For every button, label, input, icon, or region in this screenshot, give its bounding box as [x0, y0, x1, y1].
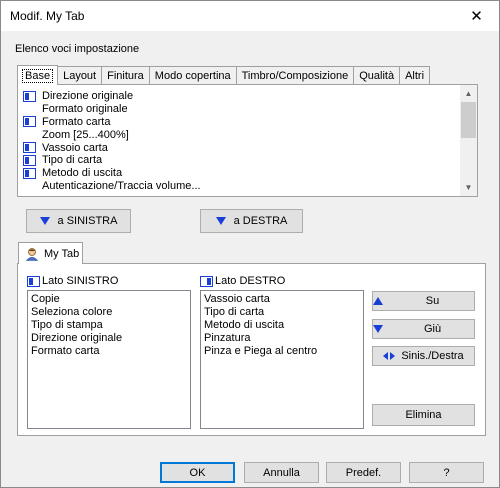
settings-tabbar: Base Layout Finitura Modo copertina Timb… [17, 65, 431, 85]
left-list-item[interactable]: Copie [31, 293, 187, 306]
settings-list-item-label: Tipo di carta [42, 154, 103, 167]
settings-list-item[interactable]: Autenticazione/Traccia volume... [18, 180, 477, 193]
tab-base[interactable]: Base [17, 65, 59, 85]
settings-list-item-label: Vassoio carta [42, 141, 108, 154]
right-side-label-text: Lato DESTRO [215, 275, 286, 287]
title-bar: Modif. My Tab ✕ [1, 1, 499, 31]
move-down-button[interactable]: Giù [372, 319, 475, 339]
settings-item-icon [23, 142, 36, 154]
ok-label: OK [189, 466, 206, 479]
settings-list-item-label: Direzione originale [42, 90, 134, 103]
settings-list-label-text: Elenco voci impostazione [15, 43, 140, 55]
delete-button[interactable]: Elimina [372, 404, 475, 426]
scroll-down-arrow-icon[interactable]: ▼ [460, 179, 477, 196]
settings-item-icon [23, 167, 36, 179]
settings-list-item[interactable]: Tipo di carta [18, 154, 477, 167]
settings-list-item-label: Zoom [25...400%] [42, 128, 129, 141]
right-list-item[interactable]: Metodo di uscita [204, 319, 360, 332]
scroll-thumb[interactable] [461, 102, 476, 138]
mytab-panel: Lato SINISTRO Copie Seleziona colore Tipo … [17, 263, 486, 436]
settings-list-item[interactable]: Metodo di uscita [18, 167, 477, 180]
settings-list[interactable]: Direzione originale Formato originale Form… [17, 84, 478, 197]
left-side-list[interactable]: Copie Seleziona colore Tipo di stampa Direz… [27, 290, 191, 429]
tab-altri[interactable]: Altri [400, 66, 431, 84]
move-right-button[interactable]: a DESTRA [200, 209, 303, 233]
settings-item-icon [23, 90, 36, 102]
down-arrow-icon [373, 325, 383, 333]
right-list-item[interactable]: Tipo di carta [204, 306, 360, 319]
settings-list-scrollbar[interactable]: ▲ ▼ [460, 85, 477, 196]
right-arrow-icon [390, 352, 396, 360]
window-title: Modif. My Tab [10, 9, 85, 23]
move-up-label: Su [425, 295, 440, 307]
scroll-up-arrow-icon[interactable]: ▲ [460, 85, 477, 102]
left-list-item[interactable]: Tipo di stampa [31, 319, 187, 332]
move-down-label: Giù [423, 323, 442, 335]
close-button[interactable]: ✕ [454, 1, 499, 31]
right-side-label: Lato DESTRO [200, 275, 285, 287]
help-label: ? [443, 466, 450, 479]
settings-list-item[interactable]: Zoom [25...400%] [18, 128, 477, 141]
left-side-label-text: Lato SINISTRO [42, 275, 119, 287]
settings-list-item[interactable]: Vassoio carta [18, 141, 477, 154]
right-list-item[interactable]: Vassoio carta [204, 293, 360, 306]
tab-qualita[interactable]: Qualità [354, 66, 401, 84]
move-up-button[interactable]: Su [372, 291, 475, 311]
tab-layout[interactable]: Layout [58, 66, 103, 84]
down-arrow-icon [39, 217, 50, 225]
settings-list-item-label: Formato originale [42, 103, 128, 116]
left-list-item[interactable]: Seleziona colore [31, 306, 187, 319]
delete-label: Elimina [405, 409, 442, 421]
ok-button[interactable]: OK [160, 462, 235, 483]
settings-list-item[interactable]: Formato carta [18, 116, 477, 129]
right-side-list[interactable]: Vassoio carta Tipo di carta Metodo di usci… [200, 290, 364, 429]
left-list-item[interactable]: Formato carta [31, 345, 187, 358]
default-label: Predef. [345, 466, 382, 479]
tab-mytab-label: My Tab [44, 247, 80, 260]
swap-sides-button[interactable]: Sinis./Destra [372, 346, 475, 366]
settings-list-item[interactable]: Direzione originale [18, 90, 477, 103]
right-list-item[interactable]: Pinzatura [204, 332, 360, 345]
settings-list-item[interactable]: Formato originale [18, 103, 477, 116]
right-list-item[interactable]: Pinza e Piega al centro [204, 345, 360, 358]
settings-item-icon [23, 116, 36, 128]
left-side-label: Lato SINISTRO [27, 275, 118, 287]
down-arrow-icon [215, 217, 226, 225]
tab-base-label: Base [21, 68, 54, 83]
up-arrow-icon [373, 297, 383, 305]
cancel-label: Annulla [263, 466, 300, 479]
right-panel-icon [200, 275, 213, 287]
dialog-window: Modif. My Tab ✕ Elenco voci impostazione… [0, 0, 500, 488]
left-panel-icon [27, 275, 40, 287]
settings-list-item-label: Metodo di uscita [42, 167, 123, 180]
tab-finitura[interactable]: Finitura [102, 66, 150, 84]
tab-modo-copertina[interactable]: Modo copertina [149, 66, 237, 84]
tab-timbro-composizione[interactable]: Timbro/Composizione [236, 66, 355, 84]
settings-item-icon [23, 154, 36, 166]
settings-list-label: Elenco voci impostazione [15, 43, 139, 55]
settings-list-item-label: Autenticazione/Traccia volume... [42, 179, 201, 192]
cancel-button[interactable]: Annulla [244, 462, 319, 483]
move-left-label: a SINISTRA [57, 215, 118, 227]
left-arrow-icon [383, 352, 389, 360]
tab-mytab[interactable]: My Tab [18, 242, 83, 264]
user-icon [25, 247, 39, 261]
move-right-label: a DESTRA [233, 215, 288, 227]
swap-sides-label: Sinis./Destra [401, 350, 464, 362]
left-list-item[interactable]: Direzione originale [31, 332, 187, 345]
help-button[interactable]: ? [409, 462, 484, 483]
move-left-button[interactable]: a SINISTRA [26, 209, 131, 233]
default-button[interactable]: Predef. [326, 462, 401, 483]
settings-list-item-label: Formato carta [42, 115, 111, 128]
